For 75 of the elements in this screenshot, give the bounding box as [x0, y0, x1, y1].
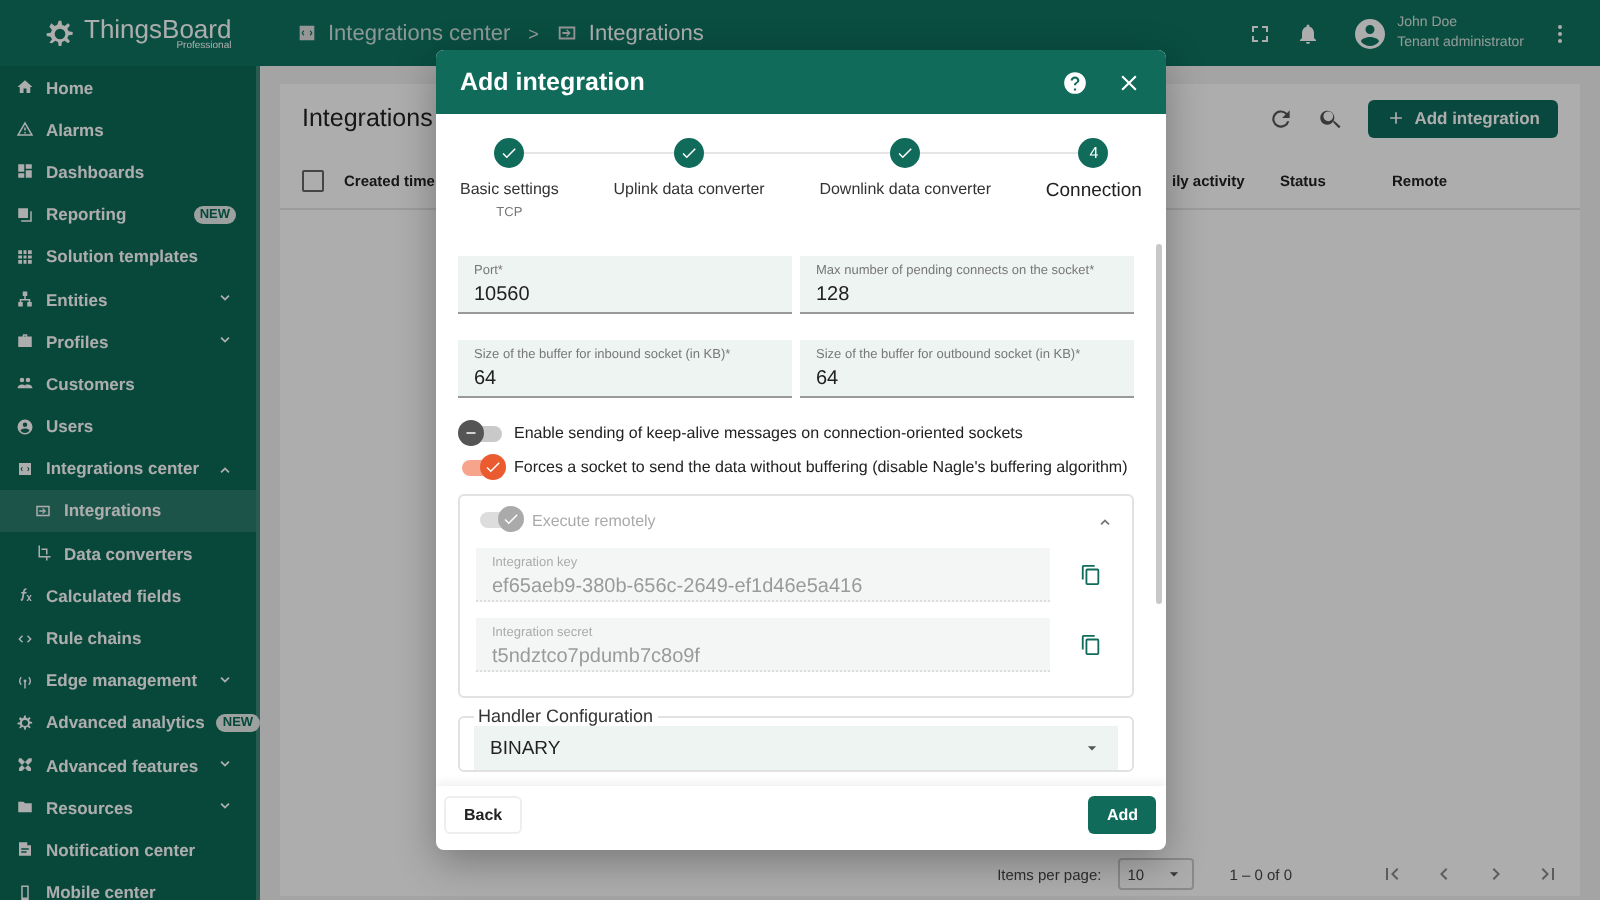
sidebar-item[interactable]: Advanced features	[0, 744, 256, 787]
sidebar-item[interactable]: Integrations center	[0, 447, 256, 490]
sidebar-item[interactable]: Users	[0, 405, 256, 448]
input-arrow-icon	[34, 501, 52, 520]
check-icon	[484, 457, 502, 475]
bell-icon[interactable]	[1295, 21, 1320, 45]
stepper-step[interactable]: Uplink data converter	[613, 138, 765, 236]
check-icon	[680, 144, 699, 162]
toggle-switch[interactable]	[462, 425, 502, 441]
house-icon	[16, 78, 34, 97]
fullscreen-icon[interactable]	[1247, 21, 1272, 45]
report-icon	[16, 205, 34, 224]
toggle-label: Forces a socket to send the data without buffering (disable Nagle's buffering algorithm)	[514, 458, 1128, 476]
notification-icon	[16, 840, 34, 859]
sidebar-item[interactable]: Notification center	[0, 828, 256, 872]
refresh-icon[interactable]	[1268, 105, 1295, 131]
folder-icon	[16, 798, 34, 817]
function-icon	[16, 586, 34, 605]
check-icon	[500, 144, 519, 162]
handler-type-select[interactable]: BINARY	[474, 726, 1118, 770]
logo-name: ThingsBoard	[84, 15, 232, 41]
stepper-step[interactable]: 4 Connection	[1045, 138, 1142, 236]
back-button[interactable]: Back	[444, 795, 523, 833]
add-button[interactable]: Add	[1088, 795, 1156, 833]
select-all-checkbox[interactable]	[302, 169, 324, 191]
antenna-icon	[16, 671, 34, 690]
breadcrumb-link[interactable]: Integrations center	[328, 21, 511, 45]
warning-triangle-icon	[16, 120, 34, 139]
sidebar-item[interactable]: Entities	[0, 277, 256, 321]
sidebar-item[interactable]: Home	[0, 66, 256, 109]
toggle-label: Execute remotely	[532, 511, 656, 529]
dashboard-icon	[16, 162, 34, 181]
phone-icon	[16, 883, 34, 900]
gear-icon	[16, 713, 34, 732]
page-title: Integrations	[302, 104, 435, 132]
first-page-icon[interactable]	[1380, 862, 1404, 886]
sidebar-item[interactable]: Customers	[0, 362, 256, 405]
sidebar-item[interactable]: Mobile center	[0, 871, 256, 900]
sidebar-item[interactable]: Calculated fields	[0, 574, 256, 617]
check-icon	[502, 510, 520, 528]
toggle-label: Enable sending of keep-alive messages on connection-oriented sockets	[514, 424, 1023, 442]
tools-icon	[16, 756, 34, 775]
copy-icon[interactable]	[1080, 634, 1102, 656]
sidebar-item[interactable]: Profiles	[0, 320, 256, 363]
dialog-title: Add integration	[460, 68, 647, 96]
code-box-icon	[16, 459, 34, 478]
code-box-icon	[296, 22, 318, 44]
plus-icon	[1386, 108, 1407, 128]
add-integration-button[interactable]: Add integration	[1368, 99, 1558, 137]
avatar-icon[interactable]	[1351, 15, 1388, 51]
group-legend: Handler Configuration	[474, 706, 658, 726]
hierarchy-icon	[16, 290, 34, 309]
last-page-icon[interactable]	[1536, 862, 1560, 886]
input-arrow-icon	[556, 22, 579, 44]
sidebar-item[interactable]: Alarms	[0, 108, 256, 151]
sidebar-item[interactable]: Resources	[0, 786, 256, 829]
breadcrumb-separator: >	[528, 23, 539, 43]
stepper-step[interactable]: Downlink data converter	[819, 138, 992, 236]
breadcrumb-link[interactable]: Integrations	[588, 21, 704, 45]
help-icon[interactable]	[1062, 69, 1088, 95]
briefcase-icon	[16, 332, 34, 351]
sidebar-item[interactable]: Data converters	[0, 532, 256, 575]
toggle-switch[interactable]	[462, 459, 502, 475]
scrollbar[interactable]	[1156, 244, 1162, 604]
people-icon	[16, 374, 34, 393]
sidebar-item[interactable]: Edge management	[0, 659, 256, 702]
gear-logo-icon	[44, 17, 76, 49]
sidebar-item[interactable]: Solution templates	[0, 235, 256, 278]
sidebar-item[interactable]: Rule chains	[0, 616, 256, 660]
search-icon[interactable]	[1318, 105, 1345, 131]
check-icon	[896, 144, 915, 162]
sidebar-item[interactable]: Dashboards	[0, 150, 256, 194]
crop-icon	[34, 544, 52, 563]
grid-icon	[16, 247, 34, 266]
copy-icon[interactable]	[1080, 564, 1102, 586]
